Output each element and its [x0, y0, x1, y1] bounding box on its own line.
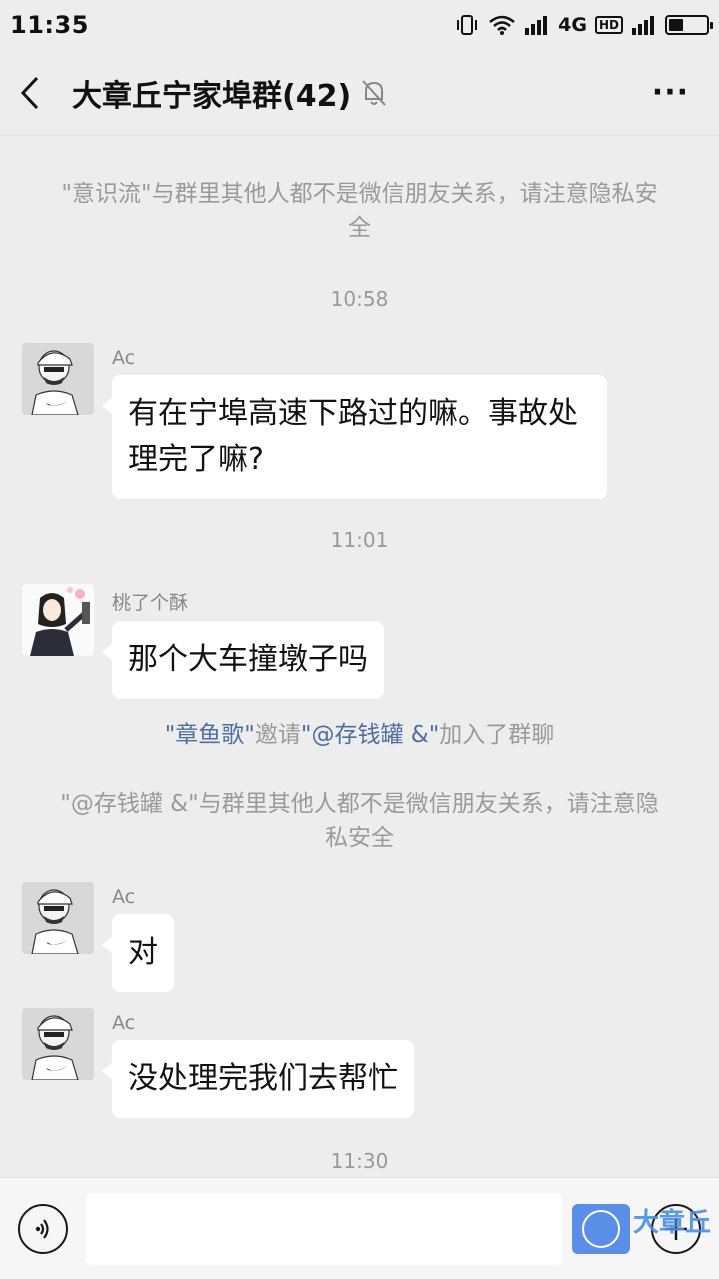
message-bubble[interactable]: 那个大车撞墩子吗 — [102, 621, 384, 699]
voice-icon — [35, 1218, 49, 1239]
sender-name: Ac — [112, 347, 136, 369]
message-item: Ac 对 — [22, 882, 174, 992]
chat-header: 大章丘宁家埠群(42) ··· — [0, 50, 719, 136]
battery-icon — [665, 15, 713, 35]
status-icons: 4G HD — [454, 14, 713, 36]
bell-off-icon — [361, 79, 387, 107]
timestamp: 11:01 — [330, 528, 389, 552]
signal-icon — [525, 16, 548, 35]
message-bubble[interactable]: 有在宁埠高速下路过的嘛。事故处理完了嘛? — [102, 375, 607, 499]
system-notice: "@存钱罐 &"与群里其他人都不是微信朋友关系，请注意隐私安全 — [60, 791, 659, 851]
input-bar — [0, 1177, 719, 1279]
sender-name: Ac — [112, 1012, 136, 1034]
status-bar: 11:35 4G HD — [0, 0, 719, 50]
voice-button[interactable] — [18, 1203, 68, 1254]
avatar[interactable] — [22, 882, 94, 954]
hd-badge: HD — [594, 16, 623, 34]
sender-name: Ac — [112, 886, 136, 908]
invite-verb: 邀请 — [254, 722, 301, 748]
message-input[interactable] — [86, 1192, 562, 1265]
network-type: 4G — [558, 14, 587, 36]
system-notice: "意识流"与群里其他人都不是微信朋友关系，请注意隐私安全 — [61, 181, 658, 241]
back-button[interactable] — [20, 63, 60, 123]
status-time: 11:35 — [10, 11, 89, 39]
timestamp: 10:58 — [330, 287, 389, 311]
wifi-icon — [489, 15, 515, 35]
message-bubble[interactable]: 没处理完我们去帮忙 — [102, 1040, 414, 1118]
timestamp: 11:30 — [330, 1149, 389, 1173]
message-bubble[interactable]: 对 — [102, 914, 174, 992]
watermark: 大章丘 — [632, 1208, 711, 1238]
sender-name: 桃了个酥 — [112, 592, 189, 614]
invitee-name[interactable]: "@存钱罐 &" — [301, 722, 439, 748]
message-item: Ac 没处理完我们去帮忙 — [22, 1008, 414, 1118]
inviter-name[interactable]: "章鱼歌" — [165, 722, 255, 748]
chat-title: 大章丘宁家埠群(42) — [72, 78, 352, 114]
more-button[interactable]: ··· — [642, 75, 699, 110]
invite-notice: "章鱼歌"邀请"@存钱罐 &"加入了群聊 — [0, 718, 719, 752]
message-item: Ac 有在宁埠高速下路过的嘛。事故处理完了嘛? — [22, 343, 607, 499]
avatar[interactable] — [22, 343, 94, 415]
vibrate-icon — [457, 15, 478, 35]
avatar[interactable] — [22, 584, 94, 656]
avatar[interactable] — [22, 1008, 94, 1080]
emoji-button[interactable] — [572, 1203, 630, 1254]
back-arrow-icon — [20, 76, 39, 109]
invite-tail: 加入了群聊 — [439, 722, 555, 748]
signal-icon-2 — [632, 16, 654, 35]
chat-area[interactable]: "意识流"与群里其他人都不是微信朋友关系，请注意隐私安全 10:58 Ac 有在… — [0, 137, 719, 1177]
message-item: 桃了个酥 那个大车撞墩子吗 — [22, 584, 384, 699]
emoji-icon — [582, 1209, 620, 1248]
